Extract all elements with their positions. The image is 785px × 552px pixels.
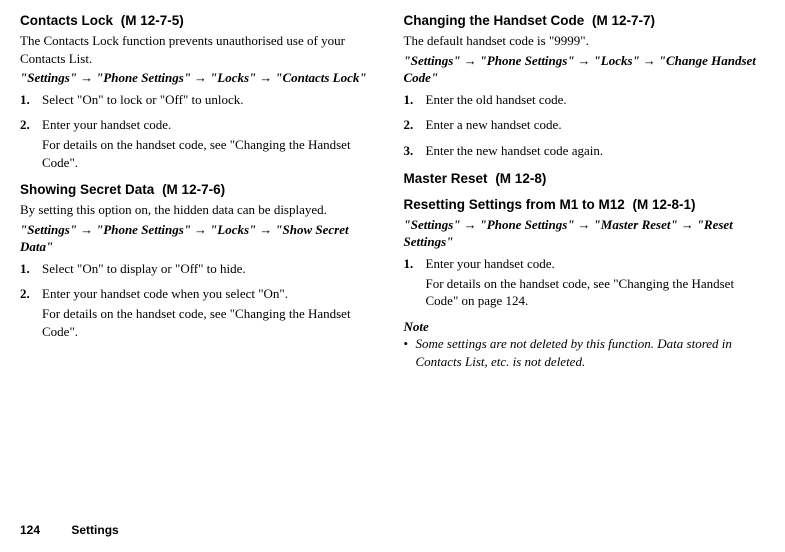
page-number: 124 <box>20 523 40 537</box>
section-showing-secret-data: Showing Secret Data (M 12-7-6) By settin… <box>20 181 382 342</box>
step-item: 2. Enter your handset code when you sele… <box>20 285 382 342</box>
path-part: "Locks" <box>210 70 256 85</box>
step-number: 1. <box>404 255 426 273</box>
arrow-icon: → <box>578 217 591 232</box>
arrow-icon: → <box>464 217 477 232</box>
step-number: 3. <box>404 142 426 160</box>
path-part: "Settings" <box>404 53 461 68</box>
intro-text: The default handset code is "9999". <box>404 32 766 50</box>
step-item: 2. Enter a new handset code. <box>404 116 766 136</box>
step-number: 2. <box>20 116 42 134</box>
arrow-icon: → <box>194 222 207 237</box>
step-number: 2. <box>404 116 426 134</box>
path-part: "Phone Settings" <box>96 70 191 85</box>
step-text: Enter the new handset code again. <box>426 142 766 160</box>
step-number: 1. <box>20 91 42 109</box>
steps-list: 1. Select "On" to display or "Off" to hi… <box>20 260 382 342</box>
path-part: "Settings" <box>20 70 77 85</box>
step-text: Enter a new handset code. <box>426 116 766 134</box>
arrow-icon: → <box>80 70 93 85</box>
steps-list: 1. Select "On" to lock or "Off" to unloc… <box>20 91 382 173</box>
menu-code: (M 12-7-5) <box>121 13 184 28</box>
path-part: "Locks" <box>210 222 256 237</box>
step-item: 1. Select "On" to display or "Off" to hi… <box>20 260 382 280</box>
step-item: 1. Enter the old handset code. <box>404 91 766 111</box>
footer-section: Settings <box>71 523 118 537</box>
arrow-icon: → <box>578 53 591 68</box>
heading-resetting-settings: Resetting Settings from M1 to M12 (M 12-… <box>404 196 766 214</box>
path-part: "Master Reset" <box>594 217 678 232</box>
arrow-icon: → <box>681 217 694 232</box>
arrow-icon: → <box>464 53 477 68</box>
path-part: "Phone Settings" <box>96 222 191 237</box>
arrow-icon: → <box>259 222 272 237</box>
step-text: Select "On" to display or "Off" to hide. <box>42 260 382 278</box>
bullet-icon: • <box>404 335 416 370</box>
step-number: 1. <box>404 91 426 109</box>
menu-code: (M 12-8-1) <box>633 197 696 212</box>
step-text: Enter your handset code. <box>42 116 382 134</box>
note-label: Note <box>404 318 766 336</box>
step-item: 1. Enter your handset code. For details … <box>404 255 766 312</box>
note-body: • Some settings are not deleted by this … <box>404 335 766 370</box>
steps-list: 1. Enter the old handset code. 2. Enter … <box>404 91 766 162</box>
step-text: Select "On" to lock or "Off" to unlock. <box>42 91 382 109</box>
nav-path: "Settings"→"Phone Settings"→"Master Rese… <box>404 216 766 251</box>
heading-text: Master Reset <box>404 171 488 186</box>
heading-contacts-lock: Contacts Lock (M 12-7-5) <box>20 12 382 30</box>
nav-path: "Settings"→"Phone Settings"→"Locks"→"Cha… <box>404 52 766 87</box>
heading-master-reset: Master Reset (M 12-8) <box>404 170 766 188</box>
step-text: Enter the old handset code. <box>426 91 766 109</box>
path-part: "Settings" <box>404 217 461 232</box>
step-number: 2. <box>20 285 42 303</box>
nav-path: "Settings"→"Phone Settings"→"Locks"→"Con… <box>20 69 382 87</box>
nav-path: "Settings"→"Phone Settings"→"Locks"→"Sho… <box>20 221 382 256</box>
intro-text: The Contacts Lock function prevents unau… <box>20 32 382 67</box>
path-part: "Contacts Lock" <box>275 70 366 85</box>
heading-text: Resetting Settings from M1 to M12 <box>404 197 625 212</box>
arrow-icon: → <box>259 70 272 85</box>
left-column: Contacts Lock (M 12-7-5) The Contacts Lo… <box>20 12 382 378</box>
step-text: Enter your handset code when you select … <box>42 285 382 303</box>
menu-code: (M 12-8) <box>495 171 546 186</box>
step-item: 1. Select "On" to lock or "Off" to unloc… <box>20 91 382 111</box>
path-part: "Locks" <box>594 53 640 68</box>
heading-text: Changing the Handset Code <box>404 13 585 28</box>
section-changing-handset-code: Changing the Handset Code (M 12-7-7) The… <box>404 12 766 162</box>
heading-text: Showing Secret Data <box>20 182 154 197</box>
menu-code: (M 12-7-6) <box>162 182 225 197</box>
intro-text: By setting this option on, the hidden da… <box>20 201 382 219</box>
section-contacts-lock: Contacts Lock (M 12-7-5) The Contacts Lo… <box>20 12 382 173</box>
menu-code: (M 12-7-7) <box>592 13 655 28</box>
arrow-icon: → <box>80 222 93 237</box>
right-column: Changing the Handset Code (M 12-7-7) The… <box>404 12 766 378</box>
steps-list: 1. Enter your handset code. For details … <box>404 255 766 312</box>
heading-showing-secret-data: Showing Secret Data (M 12-7-6) <box>20 181 382 199</box>
section-master-reset: Master Reset (M 12-8) <box>404 170 766 188</box>
step-item: 3. Enter the new handset code again. <box>404 142 766 162</box>
step-text: Enter your handset code. <box>426 255 766 273</box>
note-text: Some settings are not deleted by this fu… <box>416 335 766 370</box>
path-part: "Phone Settings" <box>480 53 575 68</box>
step-text: For details on the handset code, see "Ch… <box>426 275 766 310</box>
heading-changing-handset-code: Changing the Handset Code (M 12-7-7) <box>404 12 766 30</box>
step-text: For details on the handset code, see "Ch… <box>42 305 382 340</box>
page-footer: 124 Settings <box>20 522 119 538</box>
section-resetting-settings: Resetting Settings from M1 to M12 (M 12-… <box>404 196 766 371</box>
step-number: 1. <box>20 260 42 278</box>
step-text: For details on the handset code, see "Ch… <box>42 136 382 171</box>
heading-text: Contacts Lock <box>20 13 113 28</box>
arrow-icon: → <box>643 53 656 68</box>
arrow-icon: → <box>194 70 207 85</box>
path-part: "Phone Settings" <box>480 217 575 232</box>
path-part: "Settings" <box>20 222 77 237</box>
step-item: 2. Enter your handset code. For details … <box>20 116 382 173</box>
